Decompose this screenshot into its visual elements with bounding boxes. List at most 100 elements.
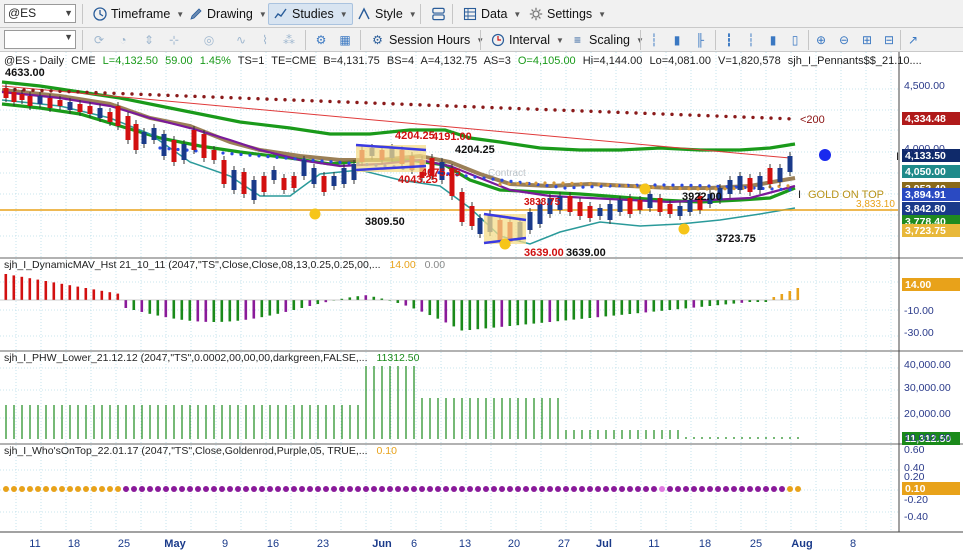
format-icon[interactable]: ⚙: [312, 31, 330, 49]
style-button[interactable]: Style ▼: [352, 3, 421, 25]
mav-bar: [588, 300, 592, 318]
ma200-dot: [94, 90, 98, 95]
ma200-dot: [562, 108, 566, 112]
signal-dot: [248, 153, 252, 157]
chart-area[interactable]: @ES - Daily CME L=4,132.50 59.00 1.45% T…: [0, 52, 963, 555]
scale-icon[interactable]: ⇕: [140, 31, 158, 49]
annotation-g: 3639.00: [524, 247, 564, 259]
wot-dot: [739, 486, 745, 492]
zoom-range-icon[interactable]: ⊟: [880, 31, 898, 49]
data-button[interactable]: Data ▼: [458, 3, 525, 25]
ma200-dot: [553, 108, 557, 112]
wot-dot: [427, 486, 433, 492]
mav-bar: [100, 290, 104, 300]
candlestick-icon[interactable]: ▯: [786, 31, 804, 49]
gold-price-label: 3,833.10: [856, 199, 895, 210]
scaling-button[interactable]: ≡ Scaling ▼: [566, 29, 648, 51]
ma200-dot: [481, 105, 485, 109]
signal-dot: [176, 147, 180, 152]
ma200-dot: [445, 104, 449, 108]
symbol-input[interactable]: @ES ▼: [4, 4, 76, 23]
toolbar-divider: [640, 30, 641, 50]
signal-dot: [534, 181, 538, 185]
grid-icon[interactable]: ▦: [336, 31, 354, 49]
link-icon: [431, 7, 446, 22]
wot-dot: [275, 486, 281, 492]
wot-dot: [19, 486, 25, 492]
wot-dot: [571, 486, 577, 492]
session-hours-button[interactable]: ⚙ Session Hours ▼: [366, 29, 488, 51]
ma200-dot: [22, 88, 26, 92]
ma200-dot: [193, 94, 197, 99]
bar-chart-icon[interactable]: ┆: [645, 31, 663, 49]
mav-bar: [92, 289, 96, 300]
interval-icon: [490, 33, 505, 48]
mav-bar: [540, 300, 544, 323]
ohlc-icon[interactable]: ╟: [691, 31, 709, 49]
chart-icon[interactable]: ⌇: [256, 31, 274, 49]
ma200-dot: [427, 103, 431, 107]
gauge-icon[interactable]: ◎: [200, 31, 218, 49]
add-chart-icon[interactable]: ↗: [904, 31, 922, 49]
x-axis-label: 25: [750, 538, 762, 550]
ma200-dot: [355, 100, 359, 105]
header-change-pct: 1.45%: [200, 55, 231, 67]
chevron-down-icon[interactable]: ▼: [64, 32, 73, 42]
ma200-dot: [166, 93, 170, 98]
wot-dot: [467, 486, 473, 492]
studies-button[interactable]: Studies ▼: [268, 3, 353, 25]
candle-body: [587, 206, 593, 218]
signal-dot: [687, 187, 691, 191]
network-icon[interactable]: ⁂: [280, 31, 298, 49]
wave-icon[interactable]: ∿: [232, 31, 250, 49]
cursor-icon[interactable]: ⊹: [165, 31, 183, 49]
wot-dot: [331, 486, 337, 492]
candle-body: [201, 134, 207, 158]
ma200-dot: [526, 107, 530, 111]
toolbar-divider: [420, 4, 421, 24]
settings-button[interactable]: Settings ▼: [524, 3, 610, 25]
mav-bar: [532, 300, 536, 324]
candlestick-icon[interactable]: ▮: [764, 31, 782, 49]
header-symbol: @ES - Daily: [4, 55, 65, 67]
zoom-fit-icon[interactable]: ⊞: [858, 31, 876, 49]
candle-body: [97, 108, 103, 118]
candle-body: [787, 156, 793, 172]
alert-icon[interactable]: ◔: [114, 31, 132, 49]
mav-bar: [468, 300, 472, 330]
signal-dot: [320, 159, 324, 163]
bar-chart-icon[interactable]: ┇: [720, 31, 738, 49]
wot-dot: [371, 486, 377, 492]
signal-dot: [788, 188, 792, 192]
candlestick-icon[interactable]: ▮: [668, 31, 686, 49]
ma200-dot: [454, 104, 458, 108]
zoom-in-icon[interactable]: ⊕: [812, 31, 830, 49]
refresh-icon[interactable]: ⟳: [90, 31, 108, 49]
wot-dot: [379, 486, 385, 492]
interval-input[interactable]: ▼: [4, 30, 76, 49]
mav-bar: [580, 300, 584, 319]
bar-chart-icon[interactable]: ┆: [742, 31, 760, 49]
mav-bar: [724, 300, 728, 305]
signal-dot: [689, 183, 693, 187]
mav-bar: [420, 300, 424, 312]
mav-bar: [132, 300, 136, 310]
signal-dot: [554, 185, 558, 189]
mav-bar: [180, 300, 184, 320]
timeframe-button[interactable]: Timeframe ▼: [88, 3, 188, 25]
candle-body: [737, 176, 743, 190]
mav-bar: [460, 300, 464, 331]
mav-bar: [76, 286, 80, 300]
zoom-out-icon[interactable]: ⊖: [835, 31, 853, 49]
wot-panel-title: sjh_I_Who'sOnTop_22.01.17 (2047,"TS",Clo…: [4, 445, 368, 457]
chevron-down-icon[interactable]: ▼: [64, 5, 73, 22]
ma200-dot: [697, 113, 701, 118]
signal-dot: [239, 152, 243, 157]
link-chart-button[interactable]: [427, 3, 450, 25]
mav-bar: [212, 300, 216, 322]
wot-dot: [515, 486, 521, 492]
interval-button[interactable]: Interval ▼: [486, 29, 568, 51]
signal-dot: [329, 160, 333, 164]
ma200-dot: [778, 116, 782, 121]
drawing-button[interactable]: Drawing ▼: [184, 3, 271, 25]
